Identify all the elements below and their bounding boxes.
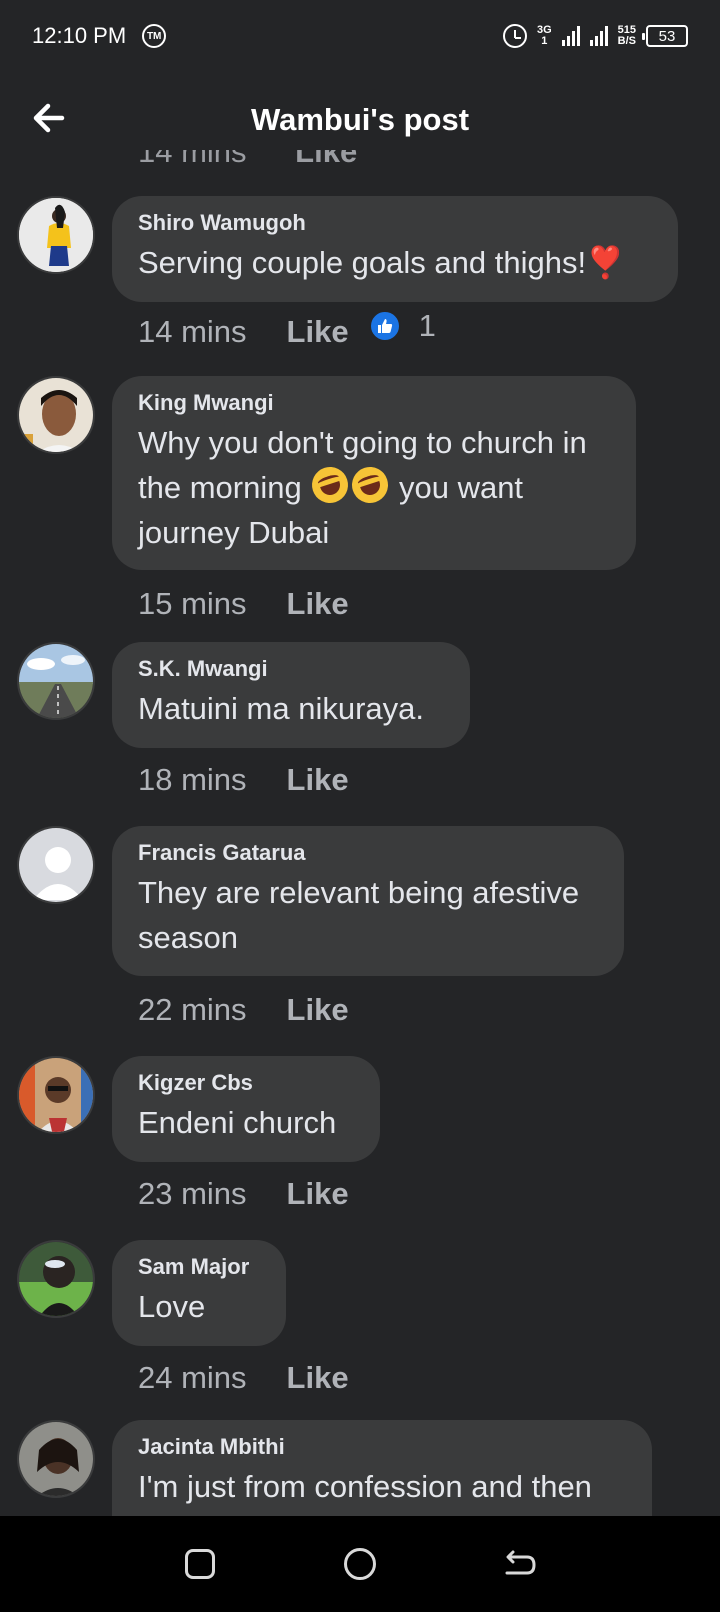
comment-bubble[interactable]: Jacinta Mbithi I'm just from confession … — [112, 1420, 652, 1516]
speed-unit: B/S — [617, 35, 636, 47]
comment-text: Love — [138, 1289, 206, 1324]
comment-author[interactable]: King Mwangi — [138, 390, 610, 416]
arrow-left-icon[interactable] — [28, 98, 68, 138]
avatar[interactable] — [17, 376, 95, 454]
comment-bubble[interactable]: S.K. Mwangi Matuini ma nikuraya. — [112, 642, 470, 748]
rolling-laughing-emoji — [307, 462, 354, 508]
like-link[interactable]: Like — [287, 586, 349, 622]
comment-text-line: season — [138, 920, 238, 955]
network-sim: 1 — [541, 35, 548, 47]
comment-author[interactable]: Francis Gatarua — [138, 840, 598, 866]
comment-text: Why you don't going to church in the mor… — [138, 420, 610, 555]
comment-text: I'm just from confession and then — [138, 1469, 592, 1504]
comment-text: Serving couple goals and thighs!❣️ — [138, 240, 652, 285]
comment-bubble[interactable]: Sam Major Love — [112, 1240, 286, 1346]
comment-text-part: you want — [398, 470, 524, 505]
comment-time: 22 mins — [138, 992, 247, 1027]
comment-author[interactable]: Shiro Wamugoh — [138, 210, 652, 236]
comment-text-content: Serving couple goals and thighs! — [138, 245, 587, 280]
comment-time: 15 mins — [138, 586, 247, 621]
like-link[interactable]: Like — [287, 992, 349, 1028]
status-indicators: 3G 1 515 B/S 53 — [502, 24, 688, 48]
like-link[interactable]: Like — [287, 1360, 349, 1396]
signal-icon — [561, 26, 580, 46]
comment-author[interactable]: Sam Major — [138, 1254, 260, 1280]
home-icon[interactable] — [342, 1546, 378, 1582]
partial-comment-meta: 14 mins Like — [138, 150, 357, 170]
comment-bubble[interactable]: Francis Gatarua They are relevant being … — [112, 826, 624, 976]
comment-bubble[interactable]: King Mwangi Why you don't going to churc… — [112, 376, 636, 570]
comment-author[interactable]: Kigzer Cbs — [138, 1070, 354, 1096]
status-time: 12:10 PM — [32, 23, 127, 48]
comment-author[interactable]: Jacinta Mbithi — [138, 1434, 626, 1460]
data-speed: 515 B/S — [618, 25, 636, 47]
comment-time: 14 mins — [138, 150, 247, 169]
rolling-laughing-emoji — [347, 462, 394, 508]
comment-time: 18 mins — [138, 762, 247, 797]
tm-notification-icon: TM — [142, 24, 167, 48]
comment-meta: 24 mins Like — [138, 1360, 349, 1396]
avatar[interactable] — [17, 1420, 95, 1498]
comment-time: 23 mins — [138, 1176, 247, 1211]
comment-text: They are relevant being afestive season — [138, 870, 598, 960]
comment-meta: 14 mins Like 1 — [138, 308, 436, 350]
default-avatar-icon[interactable] — [17, 826, 95, 904]
comment-text: Endeni church — [138, 1105, 337, 1140]
heart-exclamation-emoji: ❣️ — [586, 245, 625, 280]
like-link[interactable]: Like — [287, 314, 349, 350]
recent-apps-icon[interactable] — [182, 1546, 218, 1582]
signal-icon-2 — [589, 26, 608, 46]
system-nav-bar — [0, 1516, 720, 1612]
comment-time: 24 mins — [138, 1360, 247, 1395]
like-link[interactable]: Like — [295, 150, 357, 169]
avatar[interactable] — [17, 196, 95, 274]
comment-time: 14 mins — [138, 314, 247, 349]
comments-list[interactable]: 14 mins Like Shiro Wamugoh Serving coupl… — [0, 150, 720, 1516]
comment-bubble[interactable]: Shiro Wamugoh Serving couple goals and t… — [112, 196, 678, 302]
avatar[interactable] — [17, 1056, 95, 1134]
like-link[interactable]: Like — [287, 1176, 349, 1212]
status-bar: 12:10 PM TM 3G 1 515 B/S 53 — [0, 0, 720, 72]
comment-text-line: journey Dubai — [138, 515, 330, 550]
comment-meta: 15 mins Like — [138, 586, 349, 622]
comment-meta: 22 mins Like — [138, 992, 349, 1028]
comment-text-line: the morning you want — [138, 462, 610, 510]
back-icon[interactable] — [502, 1546, 538, 1582]
battery-icon: 53 — [642, 25, 688, 47]
avatar[interactable] — [17, 1240, 95, 1318]
page-title: Wambui's post — [250, 102, 470, 137]
reaction-summary[interactable]: 1 — [368, 308, 436, 344]
network-indicator: 3G 1 — [537, 25, 552, 47]
comment-text-part: the morning — [138, 470, 302, 505]
thumbs-up-icon — [368, 310, 401, 342]
comment-meta: 23 mins Like — [138, 1176, 349, 1212]
comment-text-line: Why you don't going to church in — [138, 425, 587, 460]
like-link[interactable]: Like — [287, 762, 349, 798]
alarm-icon — [502, 24, 527, 48]
avatar[interactable] — [17, 642, 95, 720]
comment-bubble[interactable]: Kigzer Cbs Endeni church — [112, 1056, 380, 1162]
comment-author[interactable]: S.K. Mwangi — [138, 656, 444, 682]
comment-text-line: They are relevant being afestive — [138, 875, 580, 910]
comment-meta: 18 mins Like — [138, 762, 349, 798]
reaction-count: 1 — [418, 308, 436, 343]
comment-text: Matuini ma nikuraya. — [138, 691, 425, 726]
